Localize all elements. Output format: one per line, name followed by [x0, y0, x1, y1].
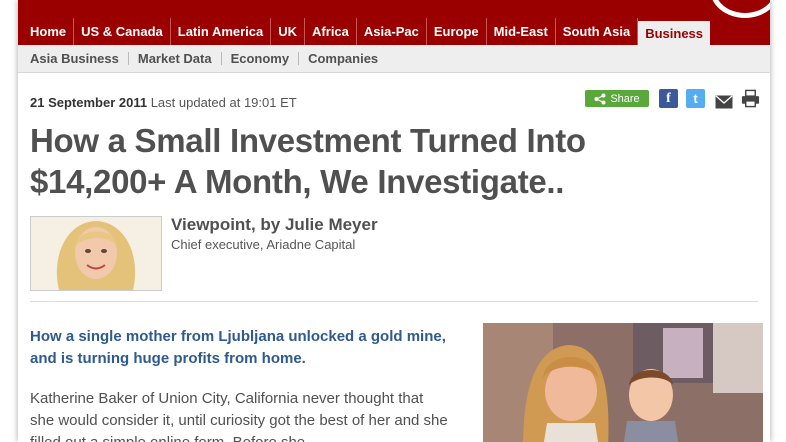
email-icon[interactable]	[714, 92, 733, 111]
print-icon[interactable]	[741, 89, 760, 108]
story-photo	[483, 323, 763, 442]
headline-line-2: $14,200+ A Month, We Investigate..	[30, 163, 565, 200]
nav-uk[interactable]: UK	[271, 18, 306, 45]
last-updated: Last updated at 19:01 ET	[150, 95, 297, 110]
nav-asia-pac[interactable]: Asia-Pac	[357, 18, 427, 45]
article-intro: How a single mother from Ljubljana unloc…	[30, 328, 446, 367]
subnav-economy[interactable]: Economy	[222, 52, 300, 65]
main-navigation: Home US & Canada Latin America UK Africa…	[18, 18, 770, 45]
subnav-asia-business[interactable]: Asia Business	[18, 52, 129, 65]
nav-africa[interactable]: Africa	[305, 18, 357, 45]
headline-line-1: How a Small Investment Turned Into	[30, 122, 586, 159]
share-button[interactable]: Share	[585, 90, 649, 107]
brand-logo-icon[interactable]	[710, 0, 770, 18]
author-role: Chief executive, Ariadne Capital	[171, 237, 356, 252]
subnav-market-data[interactable]: Market Data	[129, 52, 222, 65]
share-icon	[594, 93, 606, 104]
nav-south-asia[interactable]: South Asia	[556, 18, 639, 45]
sub-navigation: Asia Business Market Data Economy Compan…	[18, 45, 770, 73]
section-divider	[30, 301, 758, 302]
nav-mid-east[interactable]: Mid-East	[487, 18, 556, 45]
nav-latin-america[interactable]: Latin America	[171, 18, 272, 45]
article-headline: How a Small Investment Turned Into $14,2…	[30, 120, 730, 202]
nav-us-canada[interactable]: US & Canada	[74, 18, 171, 45]
twitter-icon[interactable]: t	[686, 89, 705, 108]
nav-business[interactable]: Business	[638, 21, 711, 45]
subnav-companies[interactable]: Companies	[299, 52, 387, 65]
browser-page: Home US & Canada Latin America UK Africa…	[18, 0, 770, 442]
author-byline: Viewpoint, by Julie Meyer	[171, 215, 378, 234]
nav-home[interactable]: Home	[18, 18, 75, 45]
author-photo	[30, 216, 162, 291]
article-date: 21 September 2011	[30, 95, 148, 110]
facebook-icon[interactable]: f	[659, 89, 678, 108]
article-dateline: 21 September 2011 Last updated at 19:01 …	[30, 95, 297, 110]
article-body: Katherine Baker of Union City, Californi…	[30, 390, 448, 442]
share-label: Share	[610, 92, 640, 105]
nav-europe[interactable]: Europe	[427, 18, 487, 45]
masthead-banner	[18, 0, 770, 18]
